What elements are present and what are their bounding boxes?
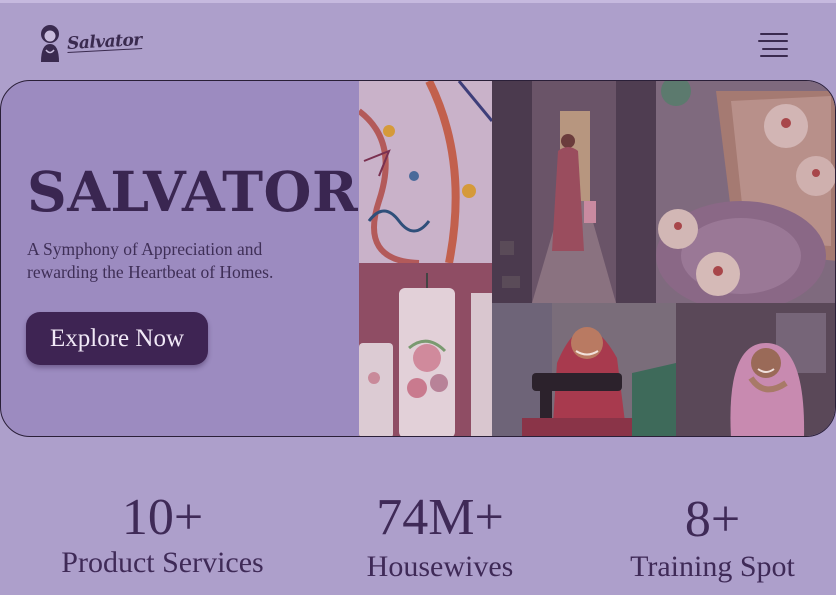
explore-now-button[interactable]: Explore Now — [26, 312, 208, 365]
stats-section: 10+ Product Services 74M+ Housewives 8+ … — [0, 480, 836, 595]
woman-sewing-machine-image — [492, 303, 676, 436]
embroidered-fabric-image — [359, 81, 492, 263]
menu-line — [758, 40, 788, 43]
stat-value: 8+ — [684, 491, 741, 548]
clay-pottery-image — [656, 81, 835, 303]
stat-product-services: 10+ Product Services — [55, 490, 270, 580]
image-mosaic — [359, 81, 835, 436]
decorated-candles-image — [359, 263, 492, 436]
tagline-line-2: rewarding the Heartbeat of Homes. — [27, 262, 274, 282]
stat-label: Housewives — [366, 550, 514, 583]
stat-training-spot: 8+ Training Spot — [620, 492, 805, 584]
hero-section: SALVATOR A Symphony of Appreciation and … — [0, 80, 836, 437]
stat-value: 74M+ — [376, 489, 504, 546]
brand-logo[interactable]: Salvator — [35, 20, 142, 64]
stat-value: 10+ — [121, 489, 204, 546]
woman-in-alley-image — [492, 81, 656, 303]
stat-label: Training Spot — [630, 550, 795, 583]
smiling-woman-image — [676, 303, 835, 436]
site-header: Salvator — [0, 0, 836, 80]
hamburger-menu-icon — [760, 33, 788, 35]
stat-label: Product Services — [61, 546, 264, 579]
menu-line — [762, 47, 788, 50]
hero-tagline: A Symphony of Appreciation and rewarding… — [27, 238, 347, 284]
hero-title: SALVATOR — [27, 159, 359, 224]
woman-silhouette-logo-icon — [35, 22, 65, 62]
logo-wordmark: Salvator — [66, 30, 143, 54]
tagline-line-1: A Symphony of Appreciation and — [27, 239, 263, 259]
stat-housewives: 74M+ Housewives — [340, 490, 540, 584]
menu-line — [760, 54, 788, 57]
hero-content: SALVATOR A Symphony of Appreciation and … — [1, 81, 359, 436]
hamburger-menu-button[interactable] — [756, 33, 788, 57]
